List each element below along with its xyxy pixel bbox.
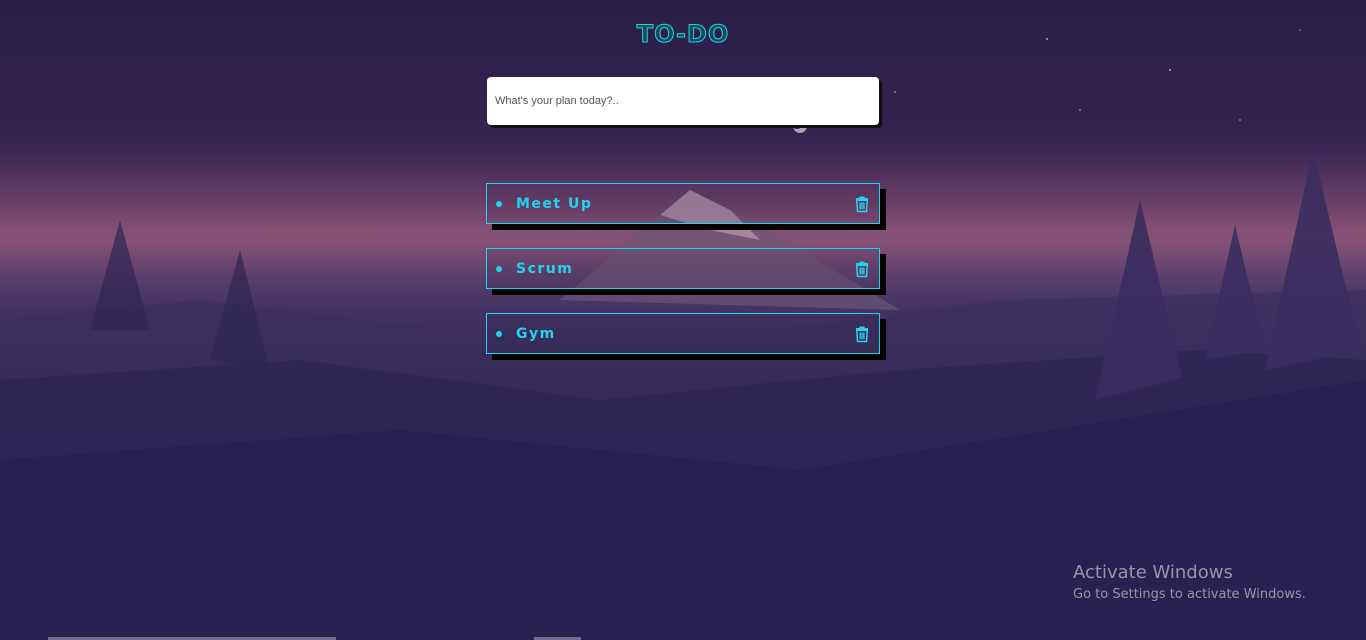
bullet-icon [496,330,502,337]
todo-text: Gym [516,325,556,342]
bullet-icon [496,200,502,207]
todo-input[interactable] [487,77,879,125]
todo-item: Scrum [486,248,880,289]
watermark-title: Activate Windows [1073,562,1233,583]
trash-icon[interactable] [853,260,871,278]
page-title: TO-DO [636,20,730,49]
trash-icon[interactable] [853,325,871,343]
todo-text: Scrum [516,260,574,277]
trash-icon[interactable] [853,195,871,213]
todo-input-container [487,77,879,125]
watermark-subtitle: Go to Settings to activate Windows. [1073,587,1306,602]
activation-watermark: Activate Windows Go to Settings to activ… [1073,562,1306,602]
todo-item: Gym [486,313,880,354]
todo-text: Meet Up [516,195,593,212]
todo-item: Meet Up [486,183,880,224]
bullet-icon [496,265,502,272]
